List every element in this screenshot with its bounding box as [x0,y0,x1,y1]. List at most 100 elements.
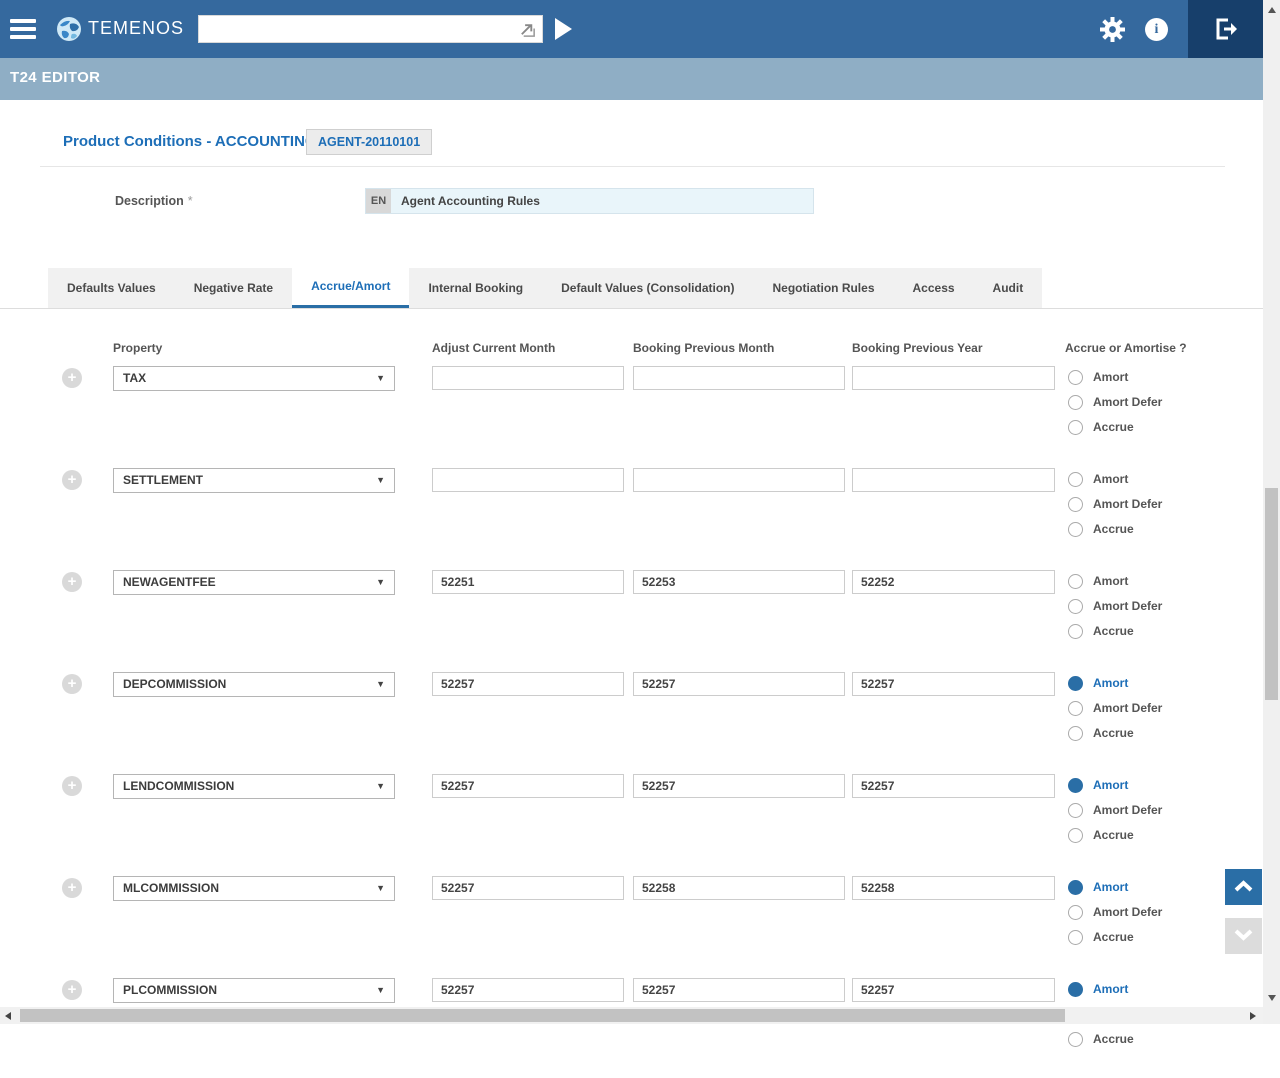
radio-option-amort-defer[interactable]: Amort Defer [1068,802,1162,818]
radio-option-accrue[interactable]: Accrue [1068,929,1134,945]
vertical-scrollbar[interactable] [1263,0,1280,1024]
radio-icon[interactable] [1068,803,1083,818]
add-row-button[interactable]: + [62,878,82,898]
radio-option-accrue[interactable]: Accrue [1068,623,1134,639]
radio-option-amort[interactable]: Amort [1068,981,1128,997]
radio-option-amort-defer[interactable]: Amort Defer [1068,598,1162,614]
booking-previous-month-input[interactable] [633,366,845,390]
scroll-to-bottom-button[interactable] [1225,918,1262,954]
property-select[interactable]: MLCOMMISSION ▼ [113,876,395,901]
tab-negative-rate[interactable]: Negative Rate [175,268,292,309]
radio-icon[interactable] [1068,599,1083,614]
booking-previous-month-input[interactable] [633,774,845,798]
add-row-button[interactable]: + [62,776,82,796]
booking-previous-month-input[interactable] [633,570,845,594]
radio-icon[interactable] [1068,497,1083,512]
radio-icon[interactable] [1068,472,1083,487]
radio-option-accrue[interactable]: Accrue [1068,725,1134,741]
adjust-current-month-input[interactable] [432,468,624,492]
launch-arrow-icon[interactable] [518,20,537,39]
radio-option-accrue[interactable]: Accrue [1068,521,1134,537]
radio-icon[interactable] [1068,701,1083,716]
booking-previous-year-input[interactable] [852,366,1055,390]
radio-icon[interactable] [1068,420,1083,435]
property-select[interactable]: DEPCOMMISSION ▼ [113,672,395,697]
booking-previous-month-input[interactable] [633,978,845,1002]
radio-option-amort[interactable]: Amort [1068,675,1128,691]
horizontal-scrollbar[interactable] [0,1007,1263,1024]
radio-icon[interactable] [1068,624,1083,639]
tab-negotiation-rules[interactable]: Negotiation Rules [753,268,893,309]
tab-audit[interactable]: Audit [974,268,1043,309]
scroll-to-top-button[interactable] [1225,869,1262,905]
radio-option-amort[interactable]: Amort [1068,879,1128,895]
logout-button[interactable] [1188,0,1263,58]
booking-previous-year-input[interactable] [852,876,1055,900]
radio-icon[interactable] [1068,778,1083,793]
property-select[interactable]: TAX ▼ [113,366,395,391]
adjust-current-month-input[interactable] [432,672,624,696]
tab-defaults-values[interactable]: Defaults Values [48,268,175,309]
radio-icon[interactable] [1068,905,1083,920]
booking-previous-month-input[interactable] [633,672,845,696]
run-command-icon[interactable] [555,18,572,40]
radio-icon[interactable] [1068,828,1083,843]
radio-option-amort[interactable]: Amort [1068,777,1128,793]
booking-previous-year-input[interactable] [852,570,1055,594]
add-row-button[interactable]: + [62,980,82,1000]
adjust-current-month-input[interactable] [432,774,624,798]
radio-icon[interactable] [1068,982,1083,997]
radio-option-amort-defer[interactable]: Amort Defer [1068,700,1162,716]
scrollbar-right-arrow-icon[interactable] [1250,1012,1256,1020]
property-select[interactable]: PLCOMMISSION ▼ [113,978,395,1003]
language-badge[interactable]: EN [366,189,391,213]
adjust-current-month-input[interactable] [432,978,624,1002]
radio-icon[interactable] [1068,880,1083,895]
radio-icon[interactable] [1068,676,1083,691]
radio-option-amort[interactable]: Amort [1068,471,1128,487]
radio-option-accrue[interactable]: Accrue [1068,827,1134,843]
tab-accrue-amort[interactable]: Accrue/Amort [292,268,409,309]
booking-previous-year-input[interactable] [852,672,1055,696]
property-select[interactable]: LENDCOMMISSION ▼ [113,774,395,799]
description-input[interactable] [391,189,813,213]
horizontal-scrollbar-thumb[interactable] [20,1009,1065,1022]
settings-gear-icon[interactable] [1099,16,1126,43]
info-icon[interactable]: i [1145,18,1168,41]
add-row-button[interactable]: + [62,368,82,388]
vertical-scrollbar-thumb[interactable] [1265,488,1278,700]
property-select[interactable]: SETTLEMENT ▼ [113,468,395,493]
property-select[interactable]: NEWAGENTFEE ▼ [113,570,395,595]
search-input[interactable] [199,16,515,42]
scrollbar-left-arrow-icon[interactable] [5,1012,11,1020]
radio-option-accrue[interactable]: Accrue [1068,419,1134,435]
add-row-button[interactable]: + [62,572,82,592]
radio-icon[interactable] [1068,395,1083,410]
radio-option-amort-defer[interactable]: Amort Defer [1068,496,1162,512]
booking-previous-year-input[interactable] [852,978,1055,1002]
booking-previous-year-input[interactable] [852,468,1055,492]
radio-icon[interactable] [1068,726,1083,741]
radio-option-amort[interactable]: Amort [1068,573,1128,589]
add-row-button[interactable]: + [62,470,82,490]
tab-access[interactable]: Access [894,268,974,309]
booking-previous-month-input[interactable] [633,876,845,900]
menu-icon[interactable] [10,19,36,39]
tab-default-values-consolidation[interactable]: Default Values (Consolidation) [542,268,753,309]
radio-icon[interactable] [1068,930,1083,945]
radio-icon[interactable] [1068,574,1083,589]
radio-option-amort-defer[interactable]: Amort Defer [1068,394,1162,410]
adjust-current-month-input[interactable] [432,366,624,390]
radio-icon[interactable] [1068,1032,1083,1047]
adjust-current-month-input[interactable] [432,570,624,594]
radio-option-amort[interactable]: Amort [1068,369,1128,385]
adjust-current-month-input[interactable] [432,876,624,900]
radio-icon[interactable] [1068,370,1083,385]
scrollbar-down-arrow-icon[interactable] [1268,995,1276,1001]
radio-option-amort-defer[interactable]: Amort Defer [1068,904,1162,920]
booking-previous-month-input[interactable] [633,468,845,492]
scrollbar-up-arrow-icon[interactable] [1268,7,1276,13]
add-row-button[interactable]: + [62,674,82,694]
booking-previous-year-input[interactable] [852,774,1055,798]
radio-option-accrue[interactable]: Accrue [1068,1031,1134,1047]
